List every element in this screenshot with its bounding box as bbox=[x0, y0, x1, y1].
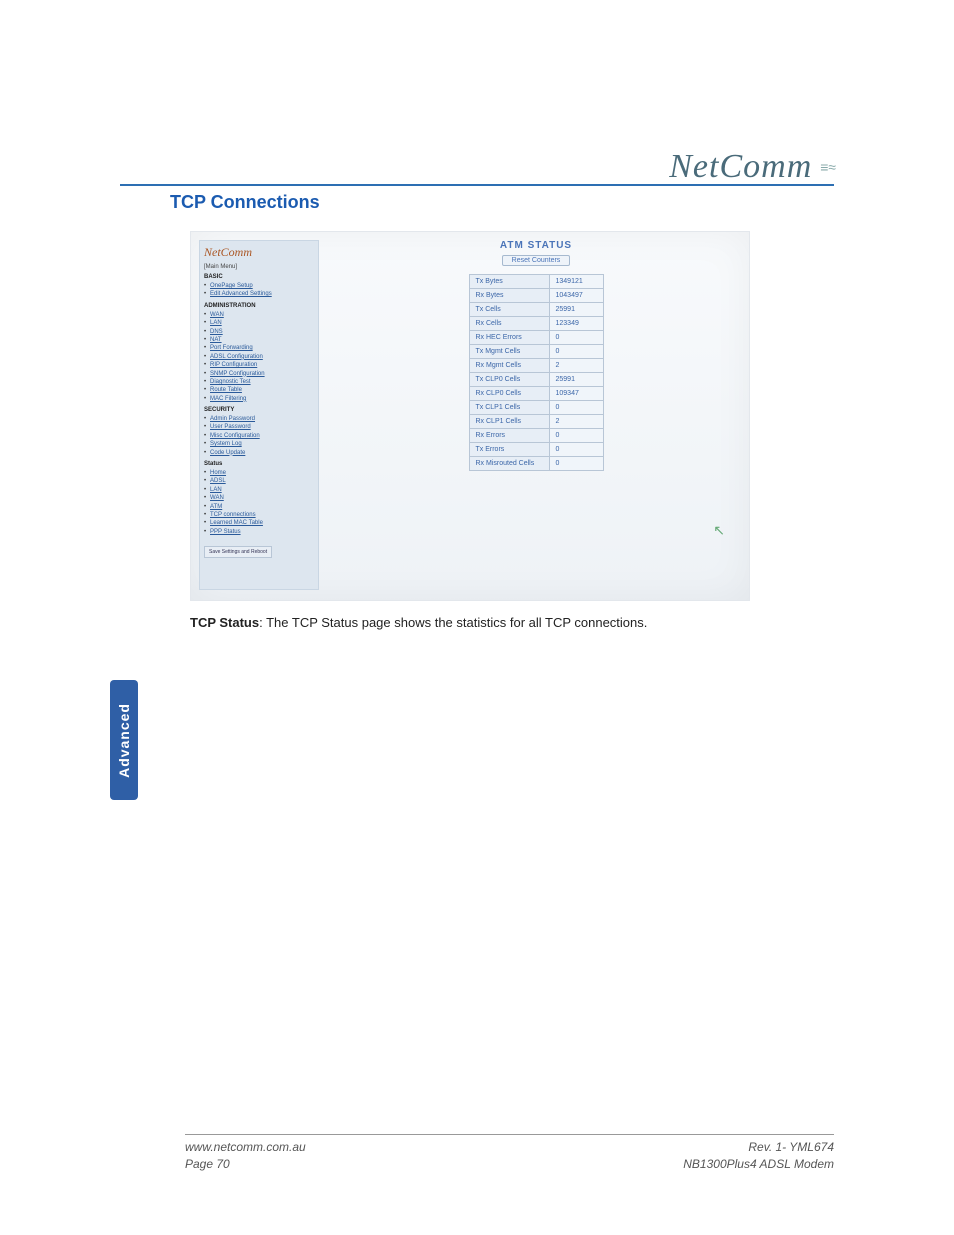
sidebar-item[interactable]: Port Forwarding bbox=[204, 344, 314, 352]
sidebar-item[interactable]: PPP Status bbox=[204, 528, 314, 536]
stat-label: Tx Errors bbox=[469, 443, 549, 457]
sidebar-item[interactable]: System Log bbox=[204, 440, 314, 448]
footer-product: NB1300Plus4 ADSL Modem bbox=[683, 1156, 834, 1173]
atm-status-table: Tx Bytes1349121Rx Bytes1043497Tx Cells25… bbox=[469, 274, 604, 471]
embedded-screenshot: NetComm [Main Menu] BASIC OnePage SetupEd… bbox=[190, 231, 750, 601]
sidebar-item[interactable]: User Password bbox=[204, 423, 314, 431]
body-text: TCP Status: The TCP Status page shows th… bbox=[190, 615, 834, 630]
stat-value: 0 bbox=[549, 443, 603, 457]
sidebar-item[interactable]: Home bbox=[204, 469, 314, 477]
sidebar-item[interactable]: NAT bbox=[204, 336, 314, 344]
stat-label: Rx Misrouted Cells bbox=[469, 457, 549, 471]
brand-logo: NetComm bbox=[669, 148, 812, 186]
sidebar-item[interactable]: WAN bbox=[204, 494, 314, 502]
stat-label: Rx Cells bbox=[469, 317, 549, 331]
table-row: Tx Errors0 bbox=[469, 443, 603, 457]
stat-label: Rx CLP0 Cells bbox=[469, 387, 549, 401]
sidebar-item[interactable]: OnePage Setup bbox=[204, 282, 314, 290]
footer-revision: Rev. 1- YML674 bbox=[683, 1139, 834, 1156]
table-row: Tx CLP0 Cells25991 bbox=[469, 373, 603, 387]
side-tab: Advanced bbox=[110, 680, 138, 800]
reset-counters-button[interactable]: Reset Counters bbox=[502, 255, 570, 266]
sidebar-item[interactable]: ADSL bbox=[204, 477, 314, 485]
stat-value: 25991 bbox=[549, 373, 603, 387]
screenshot-sidebar-heading: [Main Menu] bbox=[204, 264, 314, 270]
table-row: Rx Mgmt Cells2 bbox=[469, 359, 603, 373]
side-tab-label: Advanced bbox=[116, 703, 132, 778]
screenshot-content: ATM STATUS Reset Counters Tx Bytes134912… bbox=[331, 240, 741, 592]
table-row: Rx Bytes1043497 bbox=[469, 289, 603, 303]
sidebar-item[interactable]: Edit Advanced Settings bbox=[204, 290, 314, 298]
stat-label: Tx Bytes bbox=[469, 275, 549, 289]
sidebar-item[interactable]: RIP Configuration bbox=[204, 361, 314, 369]
body-text-label: TCP Status bbox=[190, 615, 259, 630]
stat-value: 1043497 bbox=[549, 289, 603, 303]
sidebar-item[interactable]: ADSL Configuration bbox=[204, 353, 314, 361]
sidebar-item[interactable]: ATM bbox=[204, 503, 314, 511]
table-row: Rx Misrouted Cells0 bbox=[469, 457, 603, 471]
table-row: Rx CLP1 Cells2 bbox=[469, 415, 603, 429]
sidebar-item[interactable]: Diagnostic Test bbox=[204, 378, 314, 386]
sidebar-item[interactable]: TCP connections bbox=[204, 511, 314, 519]
stat-value: 109347 bbox=[549, 387, 603, 401]
stat-label: Rx Mgmt Cells bbox=[469, 359, 549, 373]
table-row: Rx HEC Errors0 bbox=[469, 331, 603, 345]
sidebar-item[interactable]: LAN bbox=[204, 486, 314, 494]
table-row: Tx Mgmt Cells0 bbox=[469, 345, 603, 359]
sidebar-item[interactable]: Learned MAC Table bbox=[204, 519, 314, 527]
stat-value: 0 bbox=[549, 345, 603, 359]
sidebar-item[interactable]: SNMP Configuration bbox=[204, 370, 314, 378]
save-reboot-button[interactable]: Save Settings and Reboot bbox=[204, 546, 272, 558]
sidebar-item[interactable]: WAN bbox=[204, 311, 314, 319]
table-row: Tx Bytes1349121 bbox=[469, 275, 603, 289]
stat-value: 0 bbox=[549, 401, 603, 415]
footer: www.netcomm.com.au Page 70 Rev. 1- YML67… bbox=[185, 1134, 834, 1173]
brand-swoosh-icon: ≡ ≈ bbox=[820, 159, 834, 175]
sidebar-item[interactable]: Code Update bbox=[204, 449, 314, 457]
footer-rule bbox=[185, 1134, 834, 1135]
stat-label: Rx Errors bbox=[469, 429, 549, 443]
brand-row: NetComm ≡ ≈ bbox=[669, 148, 834, 186]
footer-page-number: Page 70 bbox=[185, 1156, 306, 1173]
table-row: Rx CLP0 Cells109347 bbox=[469, 387, 603, 401]
stat-label: Rx Bytes bbox=[469, 289, 549, 303]
stat-label: Tx CLP0 Cells bbox=[469, 373, 549, 387]
stat-value: 25991 bbox=[549, 303, 603, 317]
sidebar-item[interactable]: Misc Configuration bbox=[204, 432, 314, 440]
sidebar-group-title: Status bbox=[204, 461, 314, 467]
footer-url: www.netcomm.com.au bbox=[185, 1139, 306, 1156]
sidebar-item[interactable]: Route Table bbox=[204, 386, 314, 394]
stat-value: 2 bbox=[549, 415, 603, 429]
stat-value: 0 bbox=[549, 331, 603, 345]
screenshot-sidebar-logo: NetComm bbox=[204, 245, 314, 260]
sidebar-group-title: ADMINISTRATION bbox=[204, 303, 314, 309]
table-row: Tx CLP1 Cells0 bbox=[469, 401, 603, 415]
table-row: Rx Errors0 bbox=[469, 429, 603, 443]
sidebar-item[interactable]: MAC Filtering bbox=[204, 395, 314, 403]
table-row: Tx Cells25991 bbox=[469, 303, 603, 317]
sidebar-group-title: SECURITY bbox=[204, 407, 314, 413]
stat-label: Tx CLP1 Cells bbox=[469, 401, 549, 415]
cursor-icon: ↖ bbox=[713, 522, 725, 539]
sidebar-item[interactable]: Admin Password bbox=[204, 415, 314, 423]
stat-value: 0 bbox=[549, 457, 603, 471]
table-row: Rx Cells123349 bbox=[469, 317, 603, 331]
stat-label: Tx Cells bbox=[469, 303, 549, 317]
document-page: NetComm ≡ ≈ TCP Connections NetComm [Mai… bbox=[0, 0, 954, 1235]
stat-label: Rx HEC Errors bbox=[469, 331, 549, 345]
sidebar-item[interactable]: DNS bbox=[204, 328, 314, 336]
screenshot-sidebar: NetComm [Main Menu] BASIC OnePage SetupEd… bbox=[199, 240, 319, 590]
stat-value: 1349121 bbox=[549, 275, 603, 289]
stat-value: 2 bbox=[549, 359, 603, 373]
stat-label: Rx CLP1 Cells bbox=[469, 415, 549, 429]
sidebar-item[interactable]: LAN bbox=[204, 319, 314, 327]
stat-value: 0 bbox=[549, 429, 603, 443]
body-text-content: : The TCP Status page shows the statisti… bbox=[259, 615, 647, 630]
section-title: TCP Connections bbox=[170, 192, 834, 213]
stat-label: Tx Mgmt Cells bbox=[469, 345, 549, 359]
stat-value: 123349 bbox=[549, 317, 603, 331]
screenshot-content-title: ATM STATUS bbox=[331, 240, 741, 251]
sidebar-group-title: BASIC bbox=[204, 274, 314, 280]
